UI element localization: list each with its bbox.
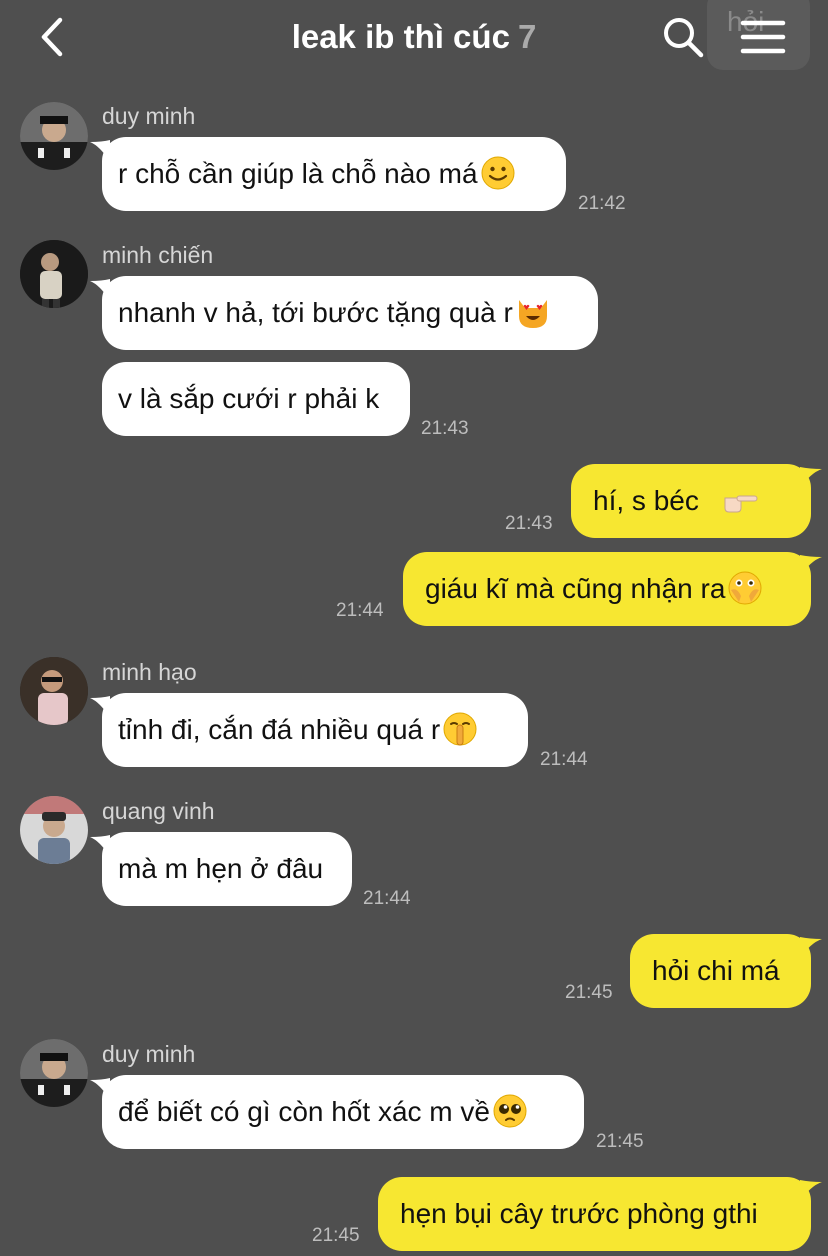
message-text: để biết có gì còn hốt xác m về [118,1096,490,1127]
sender-name: quang vinh [102,798,215,824]
slightly-smiling-face-icon [481,156,515,190]
timestamp: 21:42 [578,193,626,214]
message-bubble[interactable]: tỉnh đi, cắn đá nhiều quá r [102,693,528,767]
chat-title-text: leak ib thì cúc [291,18,510,55]
message-bubble[interactable]: v là sắp cưới r phải k [102,362,410,436]
message-text: tỉnh đi, cắn đá nhiều quá r [118,714,441,745]
message-text: hí, s béc [593,485,699,516]
message-bubble[interactable]: giáu kĩ mà cũng nhận ra [403,552,811,626]
message-bubble[interactable]: mà m hẹn ở đâu [102,832,352,906]
timestamp: 21:45 [565,982,613,1003]
timestamp: 21:44 [336,600,384,621]
sender-name: duy minh [102,1041,196,1067]
timestamp: 21:44 [540,749,588,770]
timestamp: 21:44 [363,888,411,909]
avatar-minh-hao[interactable] [20,657,88,725]
sender-name: minh hạo [102,659,197,685]
message-bubble[interactable]: hí, s béc [571,464,811,538]
message-bubble[interactable]: để biết có gì còn hốt xác m về [102,1075,584,1149]
sender-name: minh chiến [102,242,214,268]
search-icon[interactable] [660,14,706,60]
chat-header: leak ib thì cúc 7 hỏi [0,0,828,80]
timestamp: 21:45 [312,1225,360,1246]
message-text: mà m hẹn ở đâu [118,853,324,884]
avatar-duy-minh[interactable] [20,102,88,170]
message-text: nhanh v hả, tới bước tặng quà r [118,297,513,328]
message-text: r chỗ cần giúp là chỗ nào má [118,158,478,189]
message-text: giáu kĩ mà cũng nhận ra [425,573,726,604]
heart-eyes-cat-icon [518,299,547,328]
avatar-duy-minh[interactable] [20,1039,88,1107]
timestamp: 21:43 [421,418,469,439]
timestamp: 21:45 [596,1131,644,1152]
timestamp: 21:43 [505,513,553,534]
menu-icon[interactable] [740,18,786,56]
avatar-quang-vinh[interactable] [20,796,88,864]
message-text: hẹn bụi cây trước phòng gthi [400,1198,758,1229]
message-bubble[interactable]: hẹn bụi cây trước phòng gthi [378,1177,811,1251]
bubble-tail [800,467,822,489]
avatar-minh-chien[interactable] [20,240,88,308]
bubble-tail [800,555,822,577]
sender-name: duy minh [102,103,196,129]
message-bubble[interactable]: r chỗ cần giúp là chỗ nào má [102,137,566,211]
bubble-tail [800,1180,822,1202]
shushing-face-icon [443,712,477,746]
bubble-tail [800,937,822,959]
message-text: v là sắp cưới r phải k [118,383,380,414]
face-with-open-eyes-hand-over-mouth-icon [728,571,762,605]
pointing-hands-icon [724,495,758,513]
message-bubble[interactable]: hỏi chi má [630,934,811,1008]
member-count: 7 [517,18,537,55]
message-text: hỏi chi má [652,955,780,986]
message-bubble[interactable]: nhanh v hả, tới bước tặng quà r [102,276,598,350]
pleading-face-icon [493,1094,527,1128]
